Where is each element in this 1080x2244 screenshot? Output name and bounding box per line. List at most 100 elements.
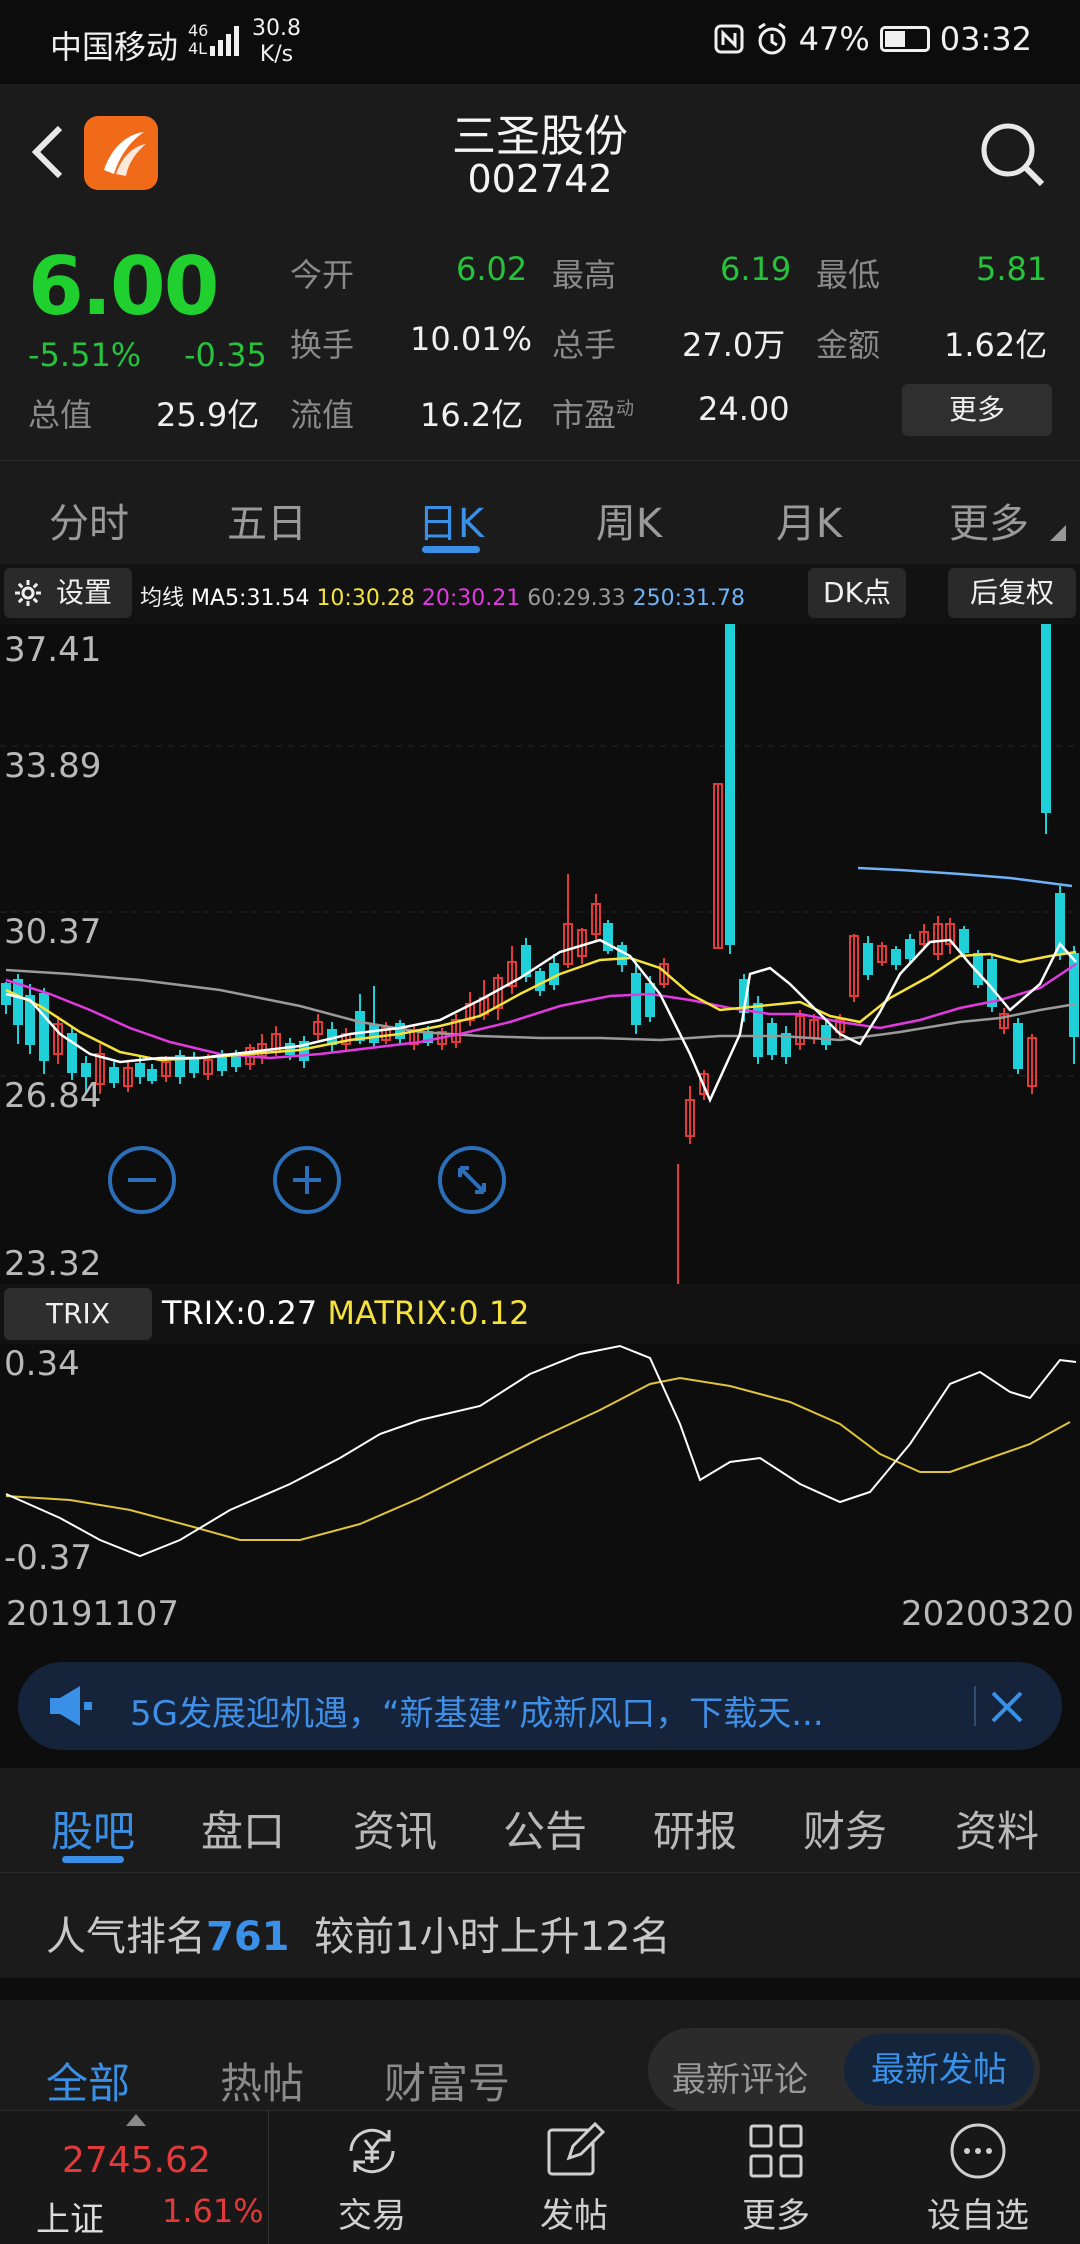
status-right: 47% 03:32 xyxy=(713,20,1032,58)
tab-finance[interactable]: 财务 xyxy=(780,1798,910,1859)
tab-forum[interactable]: 股吧 xyxy=(28,1798,158,1859)
amount-label: 金额 xyxy=(816,326,881,364)
banner-text[interactable]: 5G发展迎机遇，“新基建”成新风口，下载天... xyxy=(130,1686,824,1735)
rank-text: 人气排名761 较前1小时上升12名 xyxy=(46,1914,671,1960)
tab-weekly-k[interactable]: 周K xyxy=(564,491,694,549)
candle-body xyxy=(631,973,641,1025)
candle-body xyxy=(355,1011,365,1041)
indicator-select-button[interactable]: TRIX xyxy=(4,1288,152,1340)
banner-divider xyxy=(974,1686,976,1726)
gear-icon xyxy=(15,580,41,606)
tab-wealth[interactable]: 财富号 xyxy=(384,2050,510,2111)
high-value: 6.19 xyxy=(720,250,792,288)
change-amount: -0.35 xyxy=(184,336,267,374)
period-tabs: 分时 五日 日K 周K 月K 更多 xyxy=(0,460,1080,564)
candle-body xyxy=(147,1069,157,1081)
fullscreen-icon[interactable] xyxy=(436,1144,508,1216)
tab-all[interactable]: 全部 xyxy=(46,2050,130,2111)
sort-latest-post[interactable]: 最新发帖 xyxy=(844,2034,1034,2106)
index-percent[interactable]: 1.61% xyxy=(162,2192,264,2230)
y-axis-label: 33.89 xyxy=(4,746,102,786)
high-label: 最高 xyxy=(552,256,617,294)
open-label: 今开 xyxy=(290,256,355,294)
trix-legend: TRIX:0.27 MATRIX:0.12 xyxy=(162,1294,530,1332)
tab-hot[interactable]: 热帖 xyxy=(220,2050,304,2111)
index-name[interactable]: 上证 xyxy=(36,2192,104,2241)
low-value: 5.81 xyxy=(976,250,1048,288)
ma5-value: MA5:31.54 xyxy=(191,586,310,611)
ma20-value: 20:30.21 xyxy=(421,586,521,611)
kline-chart[interactable]: 37.41 33.89 30.37 26.84 23.32 xyxy=(0,624,1080,1284)
ma-legend: 均线 MA5:31.54 10:30.28 20:30.21 60:29.33 … xyxy=(140,586,745,611)
y-axis-label: 26.84 xyxy=(4,1076,102,1116)
y-axis-label: 30.37 xyxy=(4,912,102,952)
nav-trade-label: 交易 xyxy=(338,2196,406,2236)
tab-research[interactable]: 研报 xyxy=(630,1798,760,1859)
index-value[interactable]: 2745.62 xyxy=(62,2140,211,2181)
volume-value: 27.0万 xyxy=(682,326,786,364)
current-price: 6.00 xyxy=(28,240,219,333)
nav-more[interactable]: 更多 xyxy=(706,2120,846,2237)
date-axis: 20191107 20200320 xyxy=(0,1584,1080,1644)
volume-label: 总手 xyxy=(552,326,617,364)
candle-body xyxy=(81,1063,91,1077)
candle-body xyxy=(285,1043,295,1055)
tab-monthly-k[interactable]: 月K xyxy=(744,491,874,549)
network-speed: 30.8 K/s xyxy=(252,16,301,67)
close-icon[interactable] xyxy=(990,1690,1024,1724)
settings-button[interactable]: 设置 xyxy=(4,568,132,618)
more-quote-button[interactable]: 更多 xyxy=(902,384,1052,436)
battery-percent: 47% xyxy=(798,20,870,58)
adjust-button[interactable]: 后复权 xyxy=(948,568,1076,618)
nav-trade[interactable]: 交易 xyxy=(302,2120,442,2237)
divider xyxy=(268,2110,269,2244)
candle-body xyxy=(13,979,23,1025)
pe-label: 市盈动 xyxy=(552,396,635,434)
candle-body xyxy=(645,983,655,1017)
more-dots-icon xyxy=(950,2123,1006,2179)
turnover-label: 换手 xyxy=(290,326,355,364)
matrix-line xyxy=(5,1376,1071,1541)
section-tabs: 股吧 盘口 资讯 公告 研报 财务 资料 xyxy=(0,1768,1080,1872)
candle-body xyxy=(369,1025,379,1043)
trix-chart[interactable]: 0.34 -0.37 xyxy=(0,1344,1080,1584)
expand-up-icon[interactable] xyxy=(126,2114,146,2126)
tab-daily-k[interactable]: 日K xyxy=(386,491,516,549)
nav-post[interactable]: 发帖 xyxy=(504,2120,644,2237)
tab-announcements[interactable]: 公告 xyxy=(480,1798,610,1859)
dk-point-button[interactable]: DK点 xyxy=(808,568,906,618)
nav-add-watchlist[interactable]: 设自选 xyxy=(908,2120,1048,2237)
grid-icon xyxy=(749,2124,803,2178)
ma250-line xyxy=(857,866,1073,888)
amount-value: 1.62亿 xyxy=(944,326,1048,364)
candle-body xyxy=(39,993,49,1061)
candle-body xyxy=(549,963,559,985)
candle-body xyxy=(767,1023,777,1055)
network-type: 46 4L xyxy=(188,21,209,58)
candle-body xyxy=(395,1023,405,1039)
tab-profile[interactable]: 资料 xyxy=(932,1798,1062,1859)
tab-five-day[interactable]: 五日 xyxy=(202,491,332,549)
section-tab-indicator xyxy=(62,1856,124,1863)
rank-number: 761 xyxy=(206,1914,290,1960)
trix-line xyxy=(5,1344,1077,1558)
candle-body xyxy=(905,939,915,959)
search-icon[interactable] xyxy=(976,118,1048,190)
tab-intraday[interactable]: 分时 xyxy=(24,491,154,549)
end-date: 20200320 xyxy=(900,1594,1074,1634)
candle-body xyxy=(109,1067,119,1083)
stock-code: 002742 xyxy=(467,157,613,201)
candle-body xyxy=(1013,1023,1023,1069)
zoom-out-icon[interactable] xyxy=(106,1144,178,1216)
tab-order-book[interactable]: 盘口 xyxy=(178,1798,308,1859)
candle-body xyxy=(135,1063,145,1077)
tab-news[interactable]: 资讯 xyxy=(330,1798,460,1859)
sort-latest-comment[interactable]: 最新评论 xyxy=(672,2052,808,2101)
nav-add-watchlist-label: 设自选 xyxy=(927,2196,1029,2236)
zoom-in-icon[interactable] xyxy=(271,1144,343,1216)
y-axis-label: 37.41 xyxy=(4,630,102,670)
candle-body xyxy=(821,1025,831,1045)
alarm-icon xyxy=(757,22,786,55)
tab-more-periods[interactable]: 更多 xyxy=(924,491,1054,549)
candle-body xyxy=(535,971,545,991)
